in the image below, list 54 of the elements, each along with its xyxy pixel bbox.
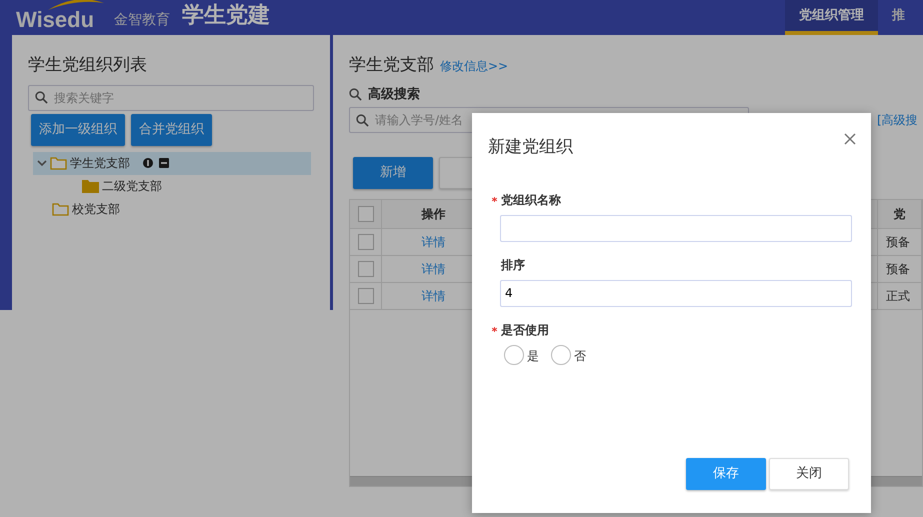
edit-link[interactable]: 修改信息>> — [440, 57, 508, 75]
toolbar-button[interactable]: 新增 — [353, 157, 433, 189]
folder-icon — [50, 156, 67, 170]
checkbox[interactable] — [358, 288, 374, 304]
close-icon — [844, 133, 856, 145]
minus-square-icon — [159, 158, 169, 168]
option-label: 否 — [574, 348, 586, 364]
search-field[interactable]: 搜索关键字 — [28, 84, 314, 110]
folder-icon — [82, 180, 99, 192]
search-icon — [35, 91, 48, 104]
logo-text: Wisedu — [16, 9, 94, 31]
checkbox[interactable] — [358, 206, 374, 222]
required-icon — [492, 197, 497, 202]
input-field[interactable]: 4 — [500, 280, 852, 306]
field-label: 是否使用 — [501, 322, 549, 338]
action-button[interactable]: 合并党组织 — [131, 114, 212, 146]
nav-tab[interactable]: 党组织管理 — [785, 0, 878, 35]
field-label: 排序 — [501, 256, 525, 274]
action-button[interactable]: 添加一级组织 — [31, 114, 125, 146]
table-cell: 正式 — [878, 283, 922, 309]
logo-subtitle: 金智教育 — [114, 11, 170, 30]
nav-tab[interactable]: 推 — [878, 0, 919, 35]
close-button[interactable]: 关闭 — [769, 458, 849, 490]
checkbox[interactable] — [358, 234, 374, 250]
panel-title: 学生党组织列表 — [28, 54, 148, 77]
detail-link[interactable]: 详情 — [422, 287, 446, 305]
section-label: 高级搜索 — [368, 86, 420, 104]
tree-label: 二级党支部 — [102, 178, 162, 195]
folder-icon — [52, 202, 69, 216]
tree-item[interactable]: 二级党支部 — [33, 174, 311, 198]
dialog-title: 新建党组织 — [488, 136, 573, 159]
table-cell: 预备 — [878, 229, 922, 255]
radio-button[interactable] — [551, 344, 571, 364]
tree-label: 学生党支部 — [70, 155, 130, 172]
radio-button[interactable] — [504, 344, 524, 364]
field-label: 党组织名称 — [501, 192, 561, 208]
advanced-search-link[interactable]: [高级搜 — [877, 111, 918, 129]
table-cell: 预备 — [878, 256, 922, 282]
tree-item[interactable]: 校党支部 — [33, 198, 311, 220]
app-title: 学生党建 — [182, 2, 270, 30]
save-button[interactable]: 保存 — [686, 458, 766, 490]
detail-link[interactable]: 详情 — [422, 260, 446, 278]
tree-item[interactable]: 学生党支部 — [33, 152, 311, 174]
info-icon — [143, 158, 153, 168]
search-icon — [356, 114, 369, 126]
detail-link[interactable]: 详情 — [422, 233, 446, 251]
page-title: 学生党支部 — [349, 54, 434, 77]
search-icon — [349, 88, 362, 101]
input-field[interactable] — [500, 214, 852, 242]
option-label: 是 — [527, 348, 539, 364]
required-icon — [492, 327, 497, 332]
column-header: 党 — [878, 200, 922, 228]
checkbox[interactable] — [358, 261, 374, 277]
tree-label: 校党支部 — [72, 201, 120, 218]
